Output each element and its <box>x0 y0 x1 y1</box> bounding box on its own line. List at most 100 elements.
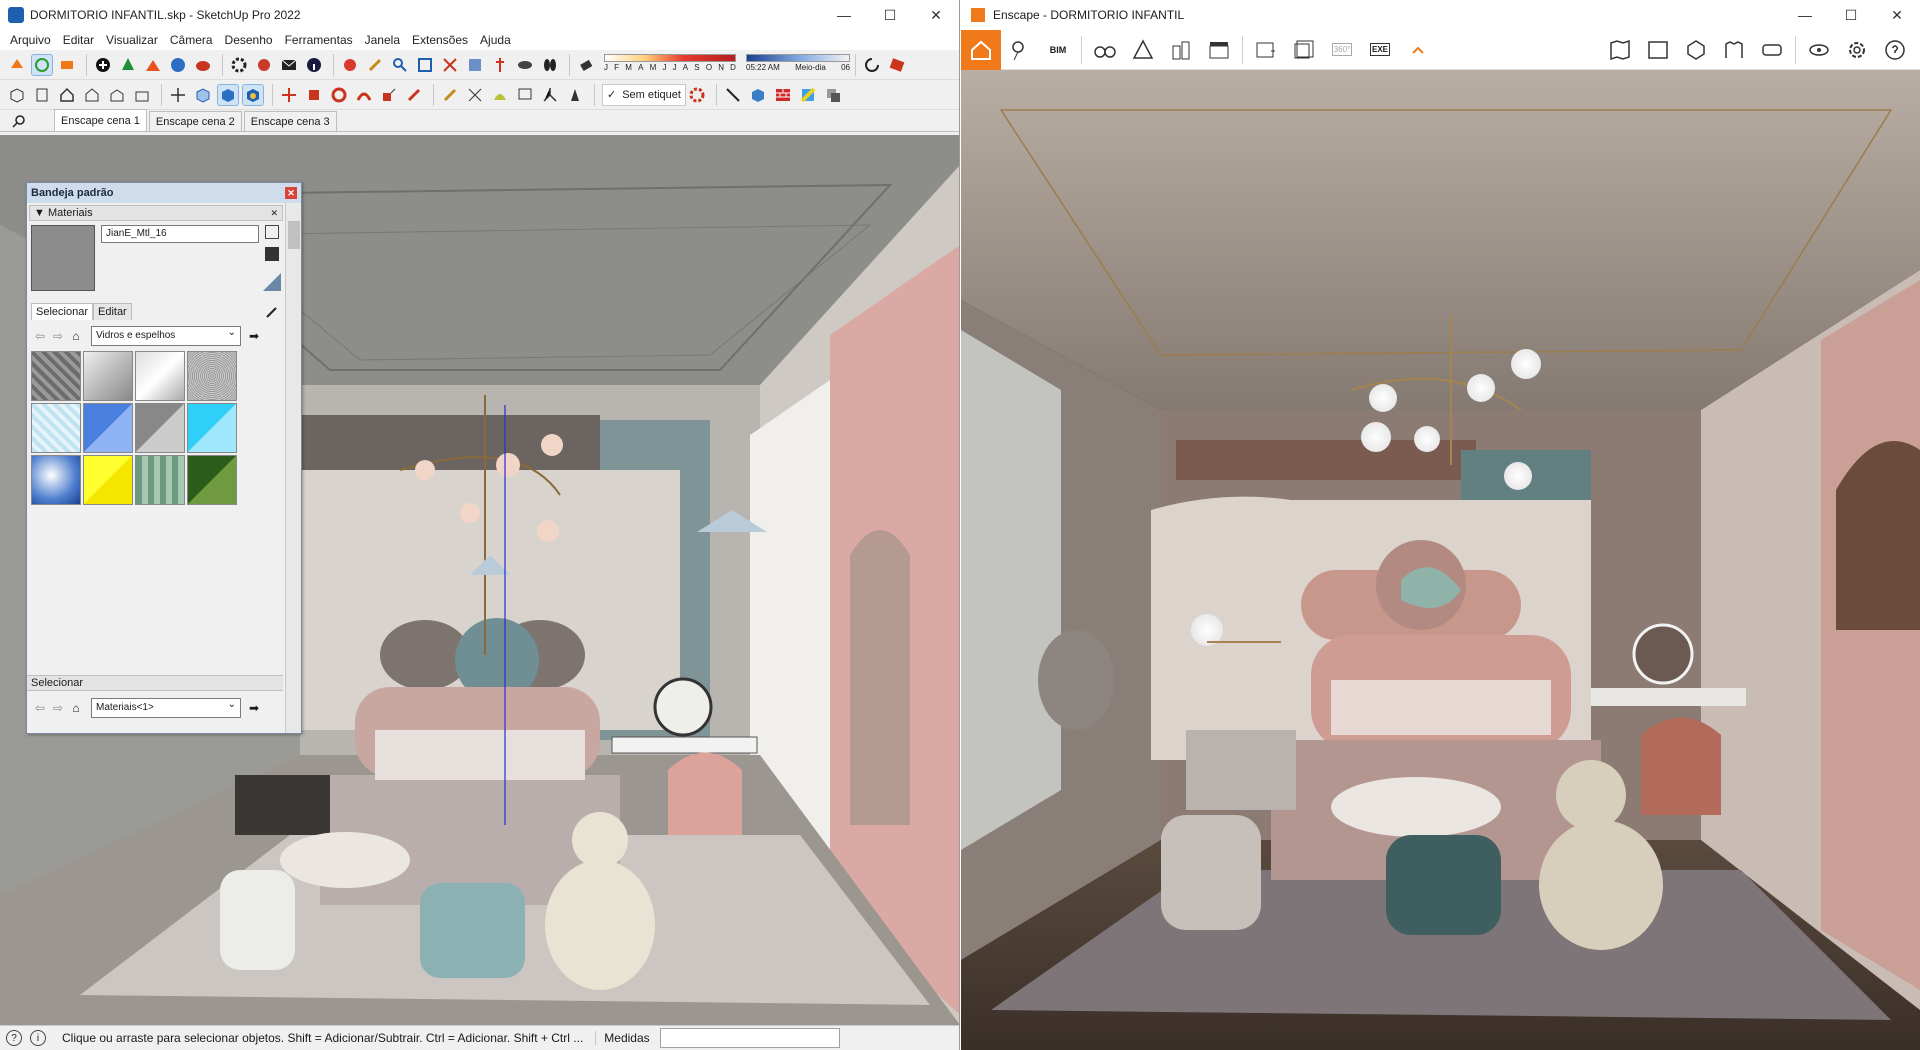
orbit-icon[interactable] <box>339 54 361 76</box>
asset-library-icon[interactable] <box>1128 35 1158 65</box>
tab-selecionar[interactable]: Selecionar <box>31 303 93 320</box>
library-select[interactable]: Vidros e espelhos <box>91 326 241 346</box>
chevron-up-icon[interactable] <box>1403 35 1433 65</box>
material-thumb[interactable] <box>187 351 237 401</box>
map-icon[interactable] <box>1605 35 1635 65</box>
menu-desenho[interactable]: Desenho <box>219 33 279 47</box>
tag-dropdown[interactable]: ✓ Sem etiquet <box>602 83 686 106</box>
left-view-icon[interactable] <box>131 84 153 106</box>
home-icon[interactable]: ⌂ <box>67 329 85 343</box>
select-section-header[interactable]: Selecionar <box>27 675 283 691</box>
details-arrow-icon[interactable]: ➡ <box>249 701 259 715</box>
material-thumb[interactable] <box>135 403 185 453</box>
look-around-icon[interactable] <box>514 54 536 76</box>
material-thumb[interactable] <box>83 351 133 401</box>
material-thumb[interactable] <box>31 455 81 505</box>
measurements-input[interactable] <box>659 1028 840 1048</box>
front-view-icon[interactable] <box>56 84 78 106</box>
walk-icon[interactable] <box>539 54 561 76</box>
add-icon[interactable] <box>92 54 114 76</box>
close-icon[interactable]: ✕ <box>285 187 297 199</box>
dimension-icon[interactable] <box>464 84 486 106</box>
scene-tab-3[interactable]: Enscape cena 3 <box>243 111 337 131</box>
menu-visualizar[interactable]: Visualizar <box>100 33 164 47</box>
home-icon[interactable]: ⌂ <box>67 701 85 715</box>
shaded-icon[interactable] <box>217 83 239 106</box>
details-arrow-icon[interactable]: ➡ <box>249 329 259 343</box>
screenshot-icon[interactable] <box>1251 35 1281 65</box>
follow-me-icon[interactable] <box>353 84 375 106</box>
previous-view-icon[interactable] <box>464 54 486 76</box>
home-icon[interactable] <box>961 29 1001 70</box>
material-name-field[interactable]: JianE_Mtl_16 <box>101 225 259 243</box>
video-editor-icon[interactable] <box>1204 35 1234 65</box>
brick-icon[interactable] <box>772 84 794 106</box>
push-pull-icon[interactable] <box>303 84 325 106</box>
material-thumb[interactable] <box>83 403 133 453</box>
zoom-extents-icon[interactable] <box>439 54 461 76</box>
material-preview-swatch[interactable] <box>31 225 95 291</box>
close-button[interactable]: ✕ <box>1874 0 1920 30</box>
bim-icon[interactable]: BIM <box>1043 35 1073 65</box>
pan-icon[interactable] <box>364 54 386 76</box>
shadow-time-track[interactable] <box>746 53 850 62</box>
right-view-icon[interactable] <box>81 84 103 106</box>
back-arrow-icon[interactable]: ⇦ <box>31 701 49 715</box>
feedback-mail-icon[interactable] <box>278 54 300 76</box>
enscape-render-viewport[interactable] <box>961 70 1920 1050</box>
material-thumb[interactable] <box>135 455 185 505</box>
menu-camera[interactable]: Câmera <box>164 33 219 47</box>
create-material-icon[interactable] <box>265 247 279 261</box>
materials-editor-icon[interactable] <box>1719 35 1749 65</box>
styles-icon[interactable] <box>822 84 844 106</box>
top-view-icon[interactable] <box>31 84 53 106</box>
menu-ajuda[interactable]: Ajuda <box>474 33 517 47</box>
display-secondary-icon[interactable] <box>265 225 279 239</box>
scene-tab-1[interactable]: Enscape cena 1 <box>54 109 147 131</box>
position-camera-icon[interactable] <box>489 54 511 76</box>
maximize-button[interactable]: ☐ <box>867 0 913 30</box>
color-palette-icon[interactable] <box>797 84 819 106</box>
vr-headset-icon[interactable] <box>1757 35 1787 65</box>
gear-red-icon[interactable] <box>686 84 708 106</box>
enscape-logo-icon[interactable] <box>6 54 28 76</box>
settings-icon[interactable] <box>228 54 250 76</box>
zoom-window-icon[interactable] <box>414 54 436 76</box>
scrollbar-thumb[interactable] <box>288 221 300 249</box>
zoom-icon[interactable] <box>389 54 411 76</box>
search-icon[interactable] <box>8 111 30 131</box>
refresh-icon[interactable] <box>861 54 883 76</box>
eraser-icon[interactable] <box>575 54 597 76</box>
sync-views-icon[interactable] <box>56 54 78 76</box>
protractor-icon[interactable] <box>489 84 511 106</box>
select-library-select[interactable]: Materiais<1> <box>91 698 241 718</box>
panorama-icon[interactable]: 360° <box>1327 35 1357 65</box>
scale-icon[interactable] <box>378 84 400 106</box>
info-icon[interactable] <box>303 54 325 76</box>
wireframe-icon[interactable] <box>192 84 214 106</box>
text-icon[interactable] <box>514 84 536 106</box>
visual-settings-icon[interactable] <box>1681 35 1711 65</box>
tab-editar[interactable]: Editar <box>92 303 132 320</box>
eyedropper-icon[interactable] <box>265 305 279 319</box>
warehouse-icon[interactable] <box>167 54 189 76</box>
scene-tab-2[interactable]: Enscape cena 2 <box>148 111 242 131</box>
location-pins-icon[interactable] <box>1005 35 1035 65</box>
tray-scrollbar[interactable] <box>285 203 301 733</box>
3d-text-icon[interactable] <box>564 84 586 106</box>
sample-paint-icon[interactable] <box>263 273 281 291</box>
buildings-icon[interactable] <box>1166 35 1196 65</box>
material-thumb[interactable] <box>187 455 237 505</box>
tape-measure-icon[interactable] <box>439 84 461 106</box>
help-icon[interactable] <box>1880 35 1910 65</box>
solid-tools-icon[interactable] <box>747 84 769 106</box>
back-view-icon[interactable] <box>106 84 128 106</box>
menu-editar[interactable]: Editar <box>57 33 100 47</box>
sketchup-viewport[interactable]: Bandeja padrão ✕ ▼ Materiais ✕ JianE_Mtl… <box>0 135 959 1025</box>
shadow-date-track[interactable] <box>604 53 736 62</box>
iso-view-icon[interactable] <box>6 84 28 106</box>
binoculars-icon[interactable] <box>1090 35 1120 65</box>
minimize-button[interactable]: — <box>821 0 867 30</box>
cloud-upload-icon[interactable] <box>192 54 214 76</box>
batch-render-icon[interactable] <box>1289 35 1319 65</box>
